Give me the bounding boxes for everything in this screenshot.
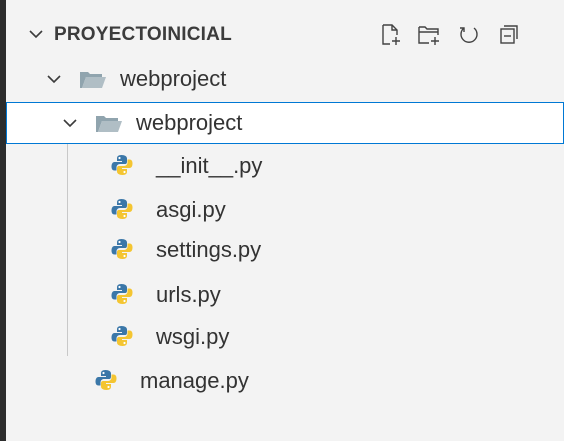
- section-header[interactable]: PROYECTOINICIAL: [6, 12, 564, 56]
- collapse-all-icon: [500, 25, 518, 44]
- tree-file-wsgi[interactable]: wsgi.py: [6, 316, 564, 358]
- tree-file-urls[interactable]: urls.py: [6, 274, 564, 316]
- section-title: PROYECTOINICIAL: [54, 24, 232, 45]
- tree-file-settings[interactable]: settings.py: [6, 229, 564, 271]
- new-folder-button[interactable]: [416, 22, 442, 48]
- chevron-down-icon[interactable]: [62, 117, 78, 129]
- chevron-down-icon[interactable]: [46, 73, 62, 85]
- tree-file-init[interactable]: __init__.py: [6, 145, 564, 187]
- file-label: asgi.py: [156, 197, 226, 222]
- file-label: wsgi.py: [156, 324, 230, 349]
- file-label: urls.py: [156, 282, 221, 307]
- file-label: settings.py: [156, 237, 262, 262]
- python-icon: [111, 155, 133, 175]
- file-label: manage.py: [140, 368, 249, 393]
- folder-open-icon: [96, 116, 122, 132]
- python-icon: [95, 370, 117, 390]
- tree-folder-webproject-root[interactable]: webproject: [6, 58, 564, 100]
- refresh-button[interactable]: [456, 22, 482, 48]
- tree-folder-webproject-sub[interactable]: webproject: [6, 102, 564, 144]
- collapse-all-button[interactable]: [496, 22, 522, 48]
- new-file-icon: [382, 24, 400, 45]
- new-file-button[interactable]: [378, 22, 404, 48]
- chevron-down-icon[interactable]: [28, 28, 44, 40]
- explorer-panel: PROYECTOINICIAL webproject webproject __…: [0, 0, 564, 441]
- tree-file-asgi[interactable]: asgi.py: [6, 189, 564, 231]
- folder-label: webproject: [136, 110, 243, 135]
- new-folder-icon: [418, 26, 439, 45]
- folder-label: webproject: [120, 66, 227, 91]
- python-icon: [111, 284, 133, 304]
- folder-open-icon: [80, 72, 106, 88]
- python-icon: [111, 326, 133, 346]
- tree-file-manage[interactable]: manage.py: [6, 360, 564, 402]
- refresh-icon: [460, 27, 478, 43]
- python-icon: [111, 199, 133, 219]
- file-label: __init__.py: [156, 153, 263, 178]
- python-icon: [111, 239, 133, 259]
